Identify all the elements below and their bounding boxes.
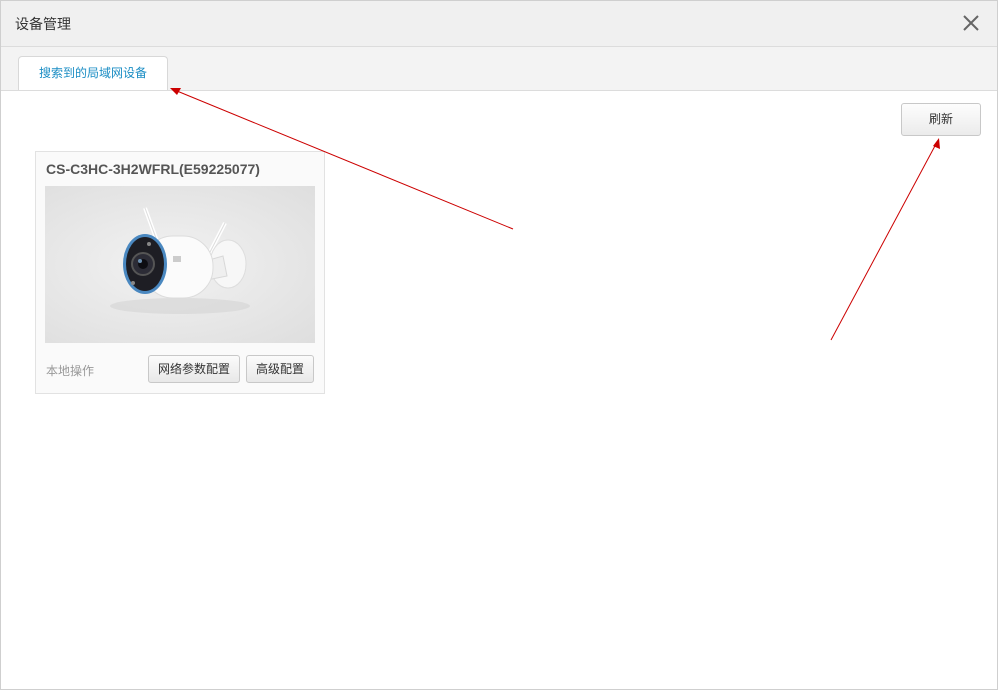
device-management-window: 设备管理 搜索到的局域网设备 刷新 CS-C3HC-3H2WFRL(E59225… bbox=[0, 0, 998, 690]
network-config-button[interactable]: 网络参数配置 bbox=[148, 355, 240, 383]
advanced-config-button[interactable]: 高级配置 bbox=[246, 355, 314, 383]
arrow-to-refresh bbox=[830, 138, 940, 341]
refresh-button[interactable]: 刷新 bbox=[901, 103, 981, 136]
tab-lan-devices[interactable]: 搜索到的局域网设备 bbox=[18, 56, 168, 90]
tab-bar: 搜索到的局域网设备 bbox=[1, 47, 997, 91]
window-title: 设备管理 bbox=[15, 17, 71, 33]
device-name: CS-C3HC-3H2WFRL(E59225077) bbox=[46, 161, 260, 177]
local-operations-label: 本地操作 bbox=[46, 364, 95, 378]
camera-image bbox=[45, 186, 315, 343]
device-card: CS-C3HC-3H2WFRL(E59225077) 本地操作 网络参数配置 高… bbox=[35, 151, 325, 394]
close-icon[interactable] bbox=[959, 11, 983, 35]
title-bar: 设备管理 bbox=[1, 1, 997, 47]
